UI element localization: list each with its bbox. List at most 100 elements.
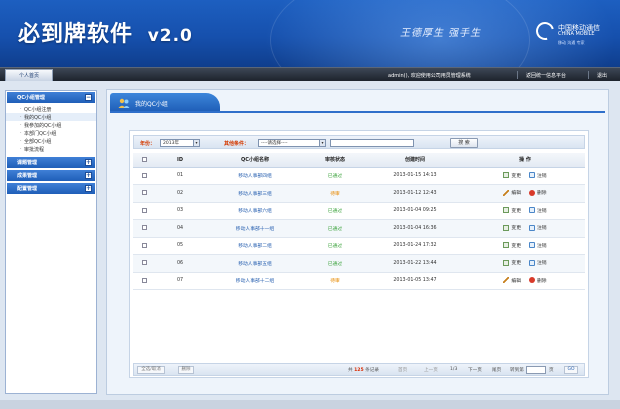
- action-label: 注销: [537, 208, 547, 214]
- qc-group-name-link[interactable]: 移动人事部六组: [205, 202, 305, 220]
- edit-button[interactable]: 编辑: [503, 277, 521, 284]
- table-row: 07 移动人事部十二组 待审 2013-01-05 13:47 编辑 删除: [133, 272, 585, 290]
- created-time: 2013-01-12 12:43: [365, 184, 465, 203]
- checkbox[interactable]: [141, 225, 147, 231]
- edit-icon: [503, 277, 510, 283]
- change-icon: [503, 207, 510, 213]
- checkbox[interactable]: [141, 190, 147, 196]
- action-label: 注销: [537, 173, 547, 179]
- checkbox[interactable]: [141, 172, 147, 178]
- search-input[interactable]: [330, 139, 414, 147]
- sidebar-item-my-qc[interactable]: · 我的QC小组: [6, 113, 96, 121]
- checkbox[interactable]: [141, 242, 147, 248]
- status-badge: 待审: [305, 184, 365, 203]
- row-checkbox-cell[interactable]: [133, 167, 155, 185]
- checkbox[interactable]: [141, 207, 147, 213]
- expand-icon[interactable]: +: [85, 185, 92, 192]
- chevron-down-icon: ▾: [193, 140, 199, 146]
- search-button[interactable]: 搜 索: [450, 138, 478, 148]
- revoke-icon: [529, 207, 535, 213]
- change-icon: [503, 259, 510, 266]
- row-checkbox-cell[interactable]: [133, 237, 155, 255]
- china-mobile-logo: 中国移动通信 CHINA MOBILE 移动 沟通 专家: [532, 18, 616, 48]
- delete-selected-button[interactable]: 删除: [178, 366, 194, 374]
- row-checkbox-cell[interactable]: [133, 272, 155, 290]
- expand-icon[interactable]: +: [85, 172, 92, 179]
- change-icon: [503, 172, 510, 178]
- checkbox[interactable]: [141, 156, 147, 162]
- revoke-button[interactable]: 注销: [529, 224, 547, 231]
- logout-link[interactable]: 退出: [597, 72, 607, 79]
- edit-button[interactable]: 编辑: [503, 189, 521, 196]
- sidebar-group-qc[interactable]: QC小组管理 −: [7, 92, 95, 103]
- row-checkbox-cell[interactable]: [133, 184, 155, 203]
- sidebar-group-topics[interactable]: 课题管理 +: [7, 157, 95, 168]
- next-page-link[interactable]: 下一页: [468, 367, 482, 373]
- users-icon: [118, 98, 130, 108]
- action-label: 注销: [537, 261, 547, 266]
- qc-group-name-link[interactable]: 移动人事部五组: [205, 254, 305, 273]
- change-button[interactable]: 变更: [503, 172, 521, 179]
- sidebar-item-joined-qc[interactable]: · 我参加的QC小组: [6, 121, 96, 129]
- brand-name-en: CHINA MOBILE: [558, 31, 595, 37]
- revoke-button[interactable]: 注销: [529, 172, 547, 179]
- tab-my-qc[interactable]: 我的QC小组: [110, 93, 220, 112]
- column-header-created: 创建时间: [365, 153, 465, 168]
- delete-icon: [529, 277, 535, 283]
- revoke-button[interactable]: 注销: [529, 207, 547, 214]
- select-all-button[interactable]: 全选/取消: [137, 366, 165, 374]
- go-button[interactable]: GO: [564, 366, 578, 374]
- row-actions: 变更 注销: [465, 167, 585, 185]
- year-select[interactable]: 2013年 ▾: [160, 139, 200, 147]
- table-row: 02 移动人事部三组 待审 2013-01-12 12:43 编辑 删除: [133, 184, 585, 203]
- expand-icon[interactable]: +: [85, 159, 92, 166]
- year-label: 年份：: [140, 141, 156, 147]
- platform-link[interactable]: 返回统一信息平台: [526, 72, 566, 79]
- other-conditions-label: 其他条件：: [224, 141, 250, 147]
- checkbox[interactable]: [141, 277, 147, 283]
- delete-button[interactable]: 删除: [529, 189, 547, 196]
- qc-group-name-link[interactable]: 移动人事部二组: [205, 237, 305, 255]
- column-header-actions: 操 作: [465, 153, 585, 168]
- qc-group-name-link[interactable]: 移动人事部十二组: [205, 272, 305, 290]
- change-button[interactable]: 变更: [503, 207, 521, 214]
- sidebar-item-label: 我参加的QC小组: [24, 122, 62, 129]
- action-label: 变更: [511, 208, 521, 214]
- goto-page-input[interactable]: [526, 366, 546, 374]
- sidebar-group-config[interactable]: 配置管理 +: [7, 183, 95, 194]
- action-label: 删除: [537, 191, 547, 196]
- revoke-button[interactable]: 注销: [529, 259, 547, 266]
- sidebar-item-all-qc[interactable]: · 全部QC小组: [6, 137, 96, 145]
- total-suffix: 条记录: [365, 368, 379, 373]
- row-actions: 编辑 删除: [465, 184, 585, 203]
- row-checkbox-cell[interactable]: [133, 202, 155, 220]
- last-page-link[interactable]: 尾页: [492, 367, 501, 373]
- row-checkbox-cell[interactable]: [133, 254, 155, 273]
- checkbox[interactable]: [141, 260, 147, 266]
- qc-group-name-link[interactable]: 移动人事部十一组: [205, 219, 305, 238]
- sidebar-item-dept-qc[interactable]: · 本部门QC小组: [6, 129, 96, 137]
- change-button[interactable]: 变更: [503, 224, 521, 231]
- qc-group-name-link[interactable]: 移动人事部三组: [205, 184, 305, 203]
- change-button[interactable]: 变更: [503, 259, 521, 266]
- select-all-header[interactable]: [133, 153, 155, 168]
- qc-group-name-link[interactable]: 移动人事部四组: [205, 167, 305, 185]
- revoke-button[interactable]: 注销: [529, 242, 547, 249]
- delete-button[interactable]: 删除: [529, 277, 547, 284]
- sidebar-group-results[interactable]: 成果管理 +: [7, 170, 95, 181]
- sidebar-item-qc-register[interactable]: · QC小组注册: [6, 105, 96, 113]
- chevron-down-icon: ▾: [319, 140, 325, 146]
- row-actions: 变更 注销: [465, 237, 585, 255]
- change-button[interactable]: 变更: [503, 242, 521, 249]
- sidebar-item-approval[interactable]: · 审批流程: [6, 145, 96, 153]
- first-page-link[interactable]: 首页: [398, 367, 407, 373]
- app-title: 必到牌软件 v2.0: [18, 16, 193, 48]
- welcome-text: admin(), 欢迎使用公司用员管理系统: [388, 73, 471, 79]
- row-checkbox-cell[interactable]: [133, 219, 155, 238]
- conditions-select[interactable]: ----请选择---- ▾: [258, 139, 326, 147]
- collapse-icon[interactable]: −: [85, 94, 92, 101]
- prev-page-link[interactable]: 上一页: [424, 367, 438, 373]
- delete-icon: [529, 189, 535, 196]
- action-label: 注销: [537, 226, 547, 231]
- tab-home[interactable]: 个人首页: [5, 69, 53, 81]
